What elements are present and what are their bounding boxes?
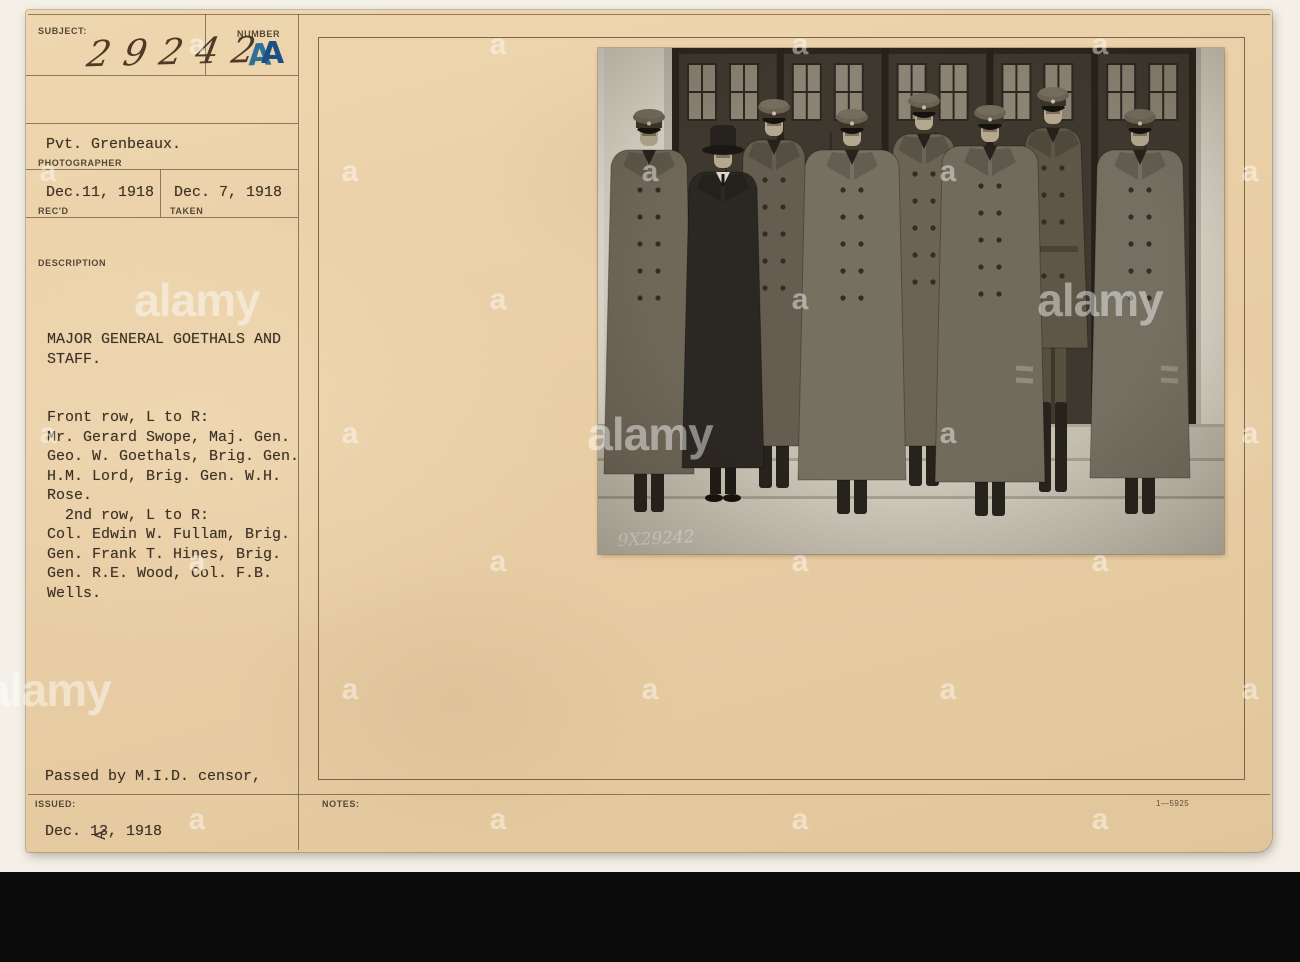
notes-label: NOTES: [322,799,360,809]
description-label: DESCRIPTION [38,258,107,268]
stamp-letter-a2: A [261,36,285,71]
description-line: Col. Edwin W. Fullam, Brig. [47,526,291,543]
taken-label: TAKEN [170,206,204,216]
description-line: H.M. Lord, Brig. Gen. W.H. [47,467,282,485]
description-line: Geo. W. Goethals, Brig. Gen. [47,448,300,465]
number-stamp-monogram: A A [247,36,294,74]
censor-line-1: Passed by M.I.D. censor, [45,768,262,785]
received-date-value: Dec.11, 1918 [46,184,155,201]
rule-h3 [26,169,298,170]
description-line: MAJOR GENERAL GOETHALS AND [47,331,282,348]
issued-label: ISSUED: [35,799,76,809]
description-line: Mr. Gerard Swope, Maj. Gen. [47,428,291,446]
rule-top [28,14,1270,15]
issued-mark-letter: A [91,830,110,840]
description-line: Gen. Frank T. Hines, Brig. [47,545,282,563]
censor-note: Passed by M.I.D. censor, Dec. 13, 1918 [45,732,261,876]
description-text: MAJOR GENERAL GOETHALS AND STAFF. Front r… [47,330,299,603]
subject-label: SUBJECT: [38,26,87,36]
description-line [47,389,299,409]
description-line: Wells. [47,584,102,602]
description-line: Rose. [47,487,93,504]
description-line: 2nd row, L to R: [47,506,210,524]
photographer-value: Pvt. Grenbeaux. [46,136,182,153]
received-label: REC'D [38,206,69,216]
photograph: 9X29242 [598,48,1224,554]
footer-bar: alamy Image ID: 2RCJWE2 www.alamy.com [0,872,1300,962]
description-line: Front row, L to R: [47,409,210,426]
description-line: Gen. R.E. Wood, Col. F.B. [47,565,273,582]
rule-date-divider [160,169,161,217]
photographer-label: PHOTOGRAPHER [38,158,123,168]
rule-h2 [26,123,298,124]
rule-h1 [26,75,298,76]
form-number: 1—5925 [1156,799,1190,808]
rule-h4 [26,217,298,218]
description-line [47,369,299,389]
censor-line-2: Dec. 13, 1918 [45,823,163,840]
archive-card: SUBJECT: 29242 NUMBER A A Pvt. Grenbeaux… [26,10,1272,852]
photo-scene: 9X29242 [598,48,1224,554]
taken-date-value: Dec. 7, 1918 [174,184,283,201]
screenshot-stage: SUBJECT: 29242 NUMBER A A Pvt. Grenbeaux… [0,0,1300,962]
description-line: STAFF. [47,350,102,368]
